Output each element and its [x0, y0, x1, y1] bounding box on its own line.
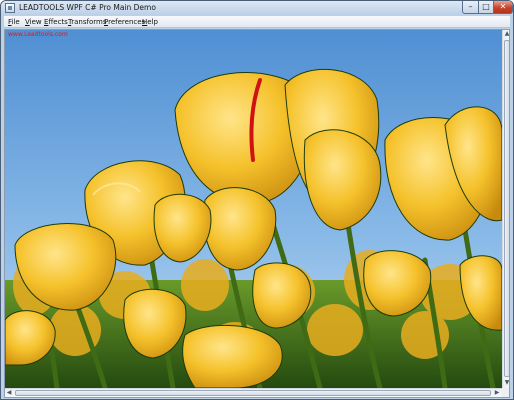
minimize-button[interactable]: – [462, 1, 479, 14]
horizontal-scrollbar[interactable]: ◀ ▶ [5, 388, 502, 397]
watermark-text: www.Leadtools.com [8, 31, 68, 38]
image-viewer[interactable]: www.Leadtools.com ▲ ▼ ◀ ▶ [4, 29, 510, 398]
scroll-left-icon[interactable]: ◀ [5, 389, 13, 397]
horizontal-scroll-thumb[interactable] [15, 390, 491, 396]
app-icon [5, 3, 15, 13]
menu-effects[interactable]: Effects [44, 16, 68, 28]
scroll-up-icon[interactable]: ▲ [503, 30, 509, 38]
main-window: LEADTOOLS WPF C# Pro Main Demo – □ ✕ Fil… [0, 0, 514, 400]
menu-help[interactable]: Help [142, 16, 158, 28]
menu-file[interactable]: File [8, 16, 20, 28]
scroll-down-icon[interactable]: ▼ [503, 379, 509, 387]
menu-preferences[interactable]: Preferences [104, 16, 145, 28]
vertical-scroll-thumb[interactable] [504, 40, 509, 377]
menu-bar: File View Effects Transforms Preferences… [4, 16, 510, 28]
tulips-photo [5, 30, 502, 388]
menu-view[interactable]: View [25, 16, 42, 28]
minimize-icon: – [468, 2, 473, 11]
close-button[interactable]: ✕ [493, 1, 513, 14]
size-grip [502, 388, 509, 397]
menu-transforms[interactable]: Transforms [68, 16, 106, 28]
vertical-scrollbar[interactable]: ▲ ▼ [502, 30, 509, 388]
window-title: LEADTOOLS WPF C# Pro Main Demo [19, 3, 156, 12]
tulips-image: www.Leadtools.com [5, 30, 502, 388]
maximize-button[interactable]: □ [478, 1, 494, 14]
scroll-right-icon[interactable]: ▶ [493, 389, 501, 397]
title-bar[interactable]: LEADTOOLS WPF C# Pro Main Demo – □ ✕ [1, 1, 513, 15]
close-icon: ✕ [499, 2, 507, 11]
maximize-icon: □ [482, 2, 490, 11]
